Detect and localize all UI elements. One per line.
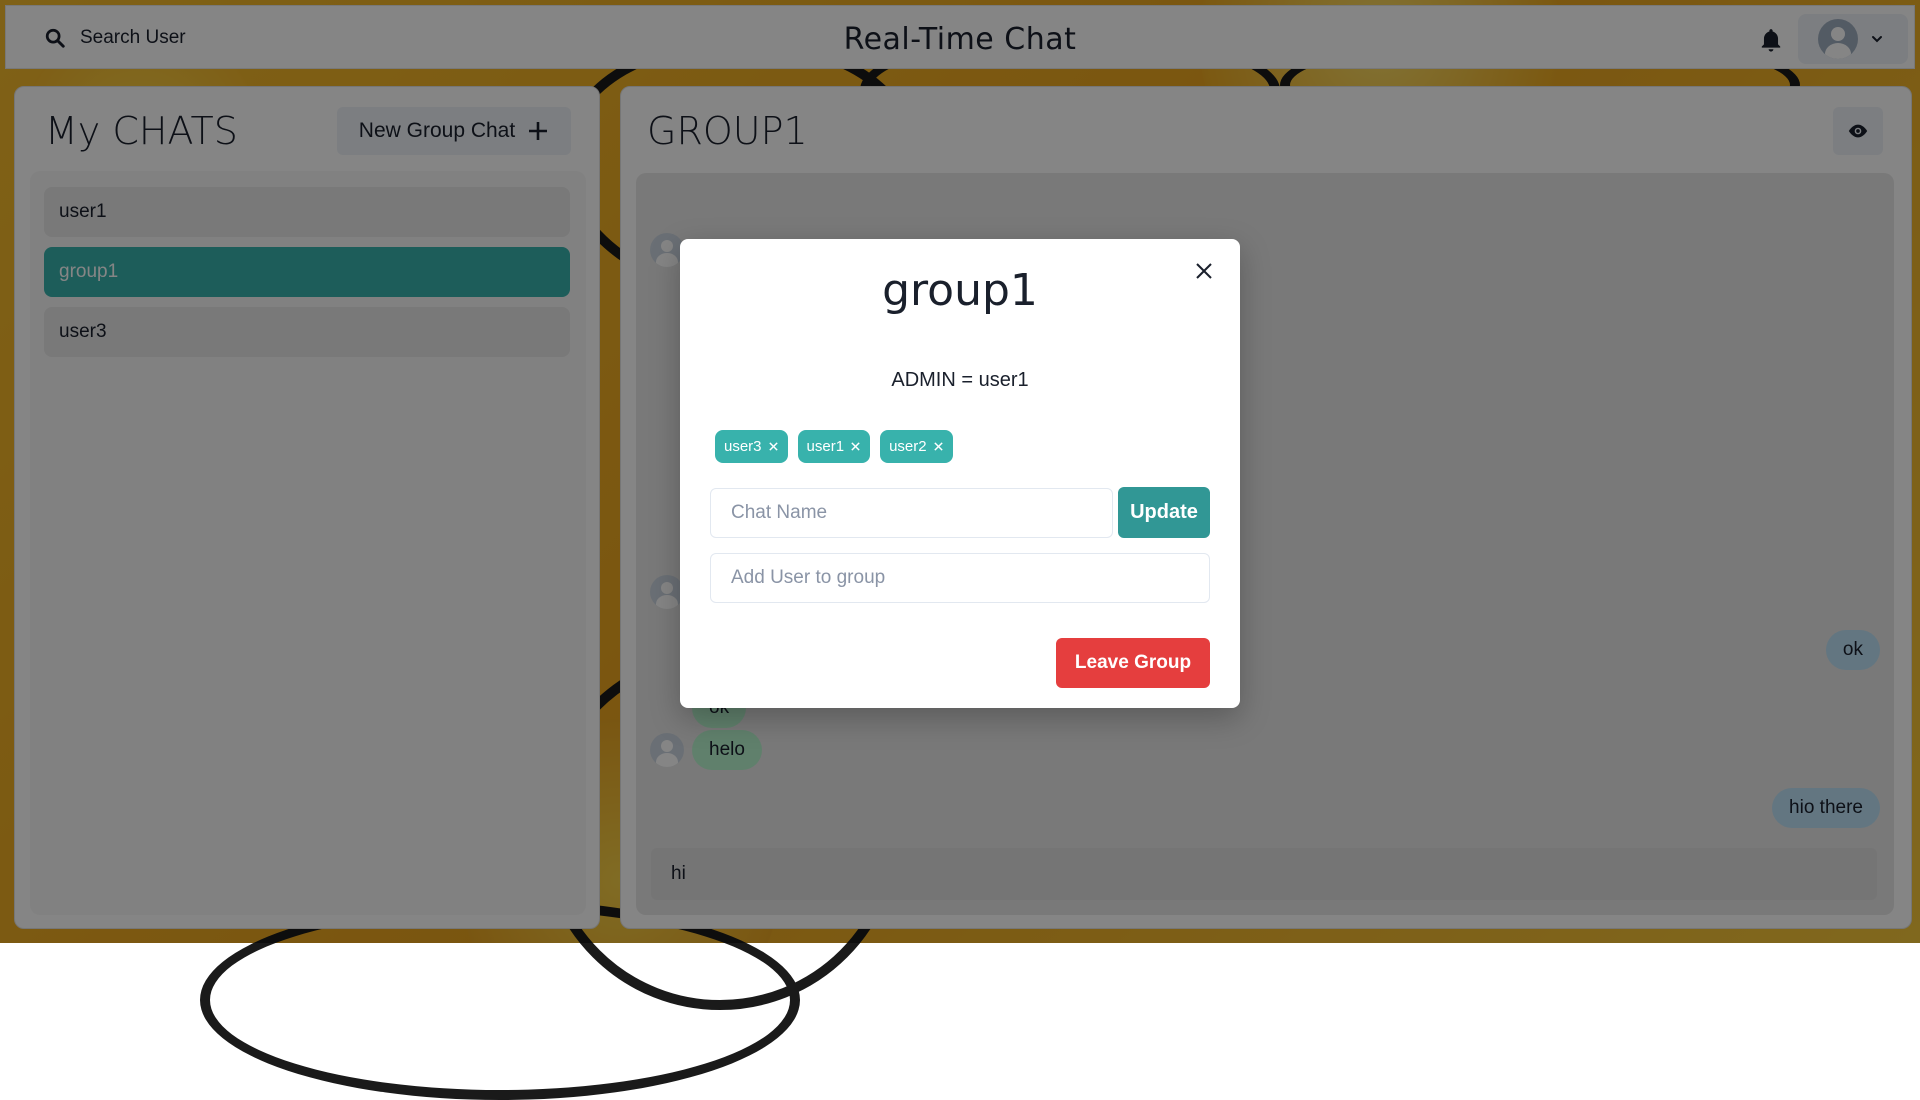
add-user-input[interactable] — [710, 553, 1210, 603]
admin-label: ADMIN = user1 — [891, 369, 1029, 391]
close-button[interactable] — [1188, 255, 1220, 287]
leave-group-button[interactable]: Leave Group — [1056, 638, 1210, 688]
member-badge[interactable]: user2 — [880, 430, 953, 463]
member-badges: user3 user1 user2 — [715, 430, 953, 463]
member-badge[interactable]: user3 — [715, 430, 788, 463]
update-button[interactable]: Update — [1118, 487, 1210, 538]
remove-member-icon[interactable] — [768, 441, 779, 452]
member-badge-label: user1 — [806, 438, 845, 455]
remove-member-icon[interactable] — [850, 441, 861, 452]
member-badge[interactable]: user1 — [797, 430, 871, 463]
chat-name-input[interactable] — [710, 488, 1113, 538]
app-root: Search User Real-Time Chat My CHATS New … — [0, 0, 1920, 943]
remove-member-icon[interactable] — [933, 441, 944, 452]
member-badge-label: user3 — [724, 438, 762, 455]
close-icon — [1196, 263, 1212, 279]
member-badge-label: user2 — [889, 438, 927, 455]
modal-title: group1 — [882, 265, 1038, 316]
group-settings-modal: group1 ADMIN = user1 user3 user1 user2 U… — [680, 239, 1240, 708]
